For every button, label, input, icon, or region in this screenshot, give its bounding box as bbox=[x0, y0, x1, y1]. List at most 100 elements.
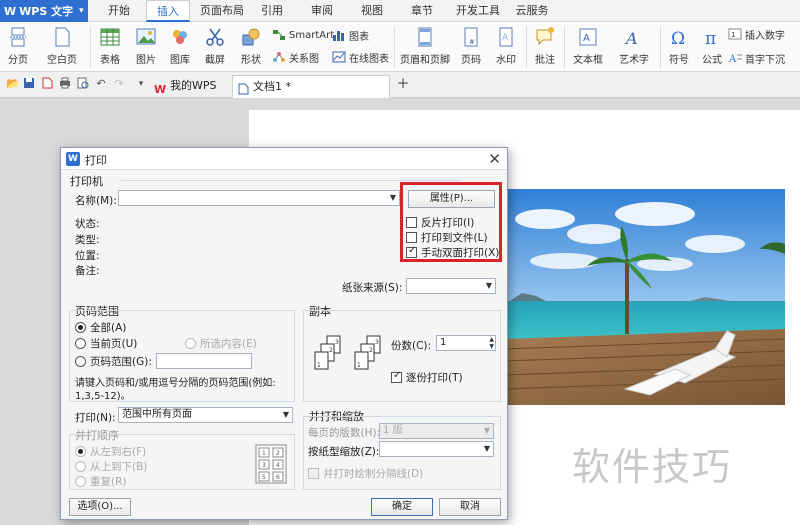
cancel-button[interactable]: 取消 bbox=[439, 498, 501, 516]
page-break-button[interactable]: 分页 bbox=[4, 22, 32, 66]
blank-page-button[interactable]: 空白页 bbox=[42, 22, 82, 66]
svg-text:A: A bbox=[728, 54, 737, 64]
wordart-button[interactable]: A 艺术字 bbox=[614, 22, 654, 66]
open-icon[interactable]: 📂 bbox=[6, 77, 20, 91]
range-selection-radio[interactable]: 所选内容(E) bbox=[185, 336, 257, 351]
draw-lines-label: 并打时绘制分隔线(D) bbox=[323, 468, 424, 480]
spinner-icon[interactable]: ▲ ▼ bbox=[489, 336, 494, 350]
draw-lines-checkbox[interactable]: 并打时绘制分隔线(D) bbox=[308, 466, 423, 481]
menu-references[interactable]: 引用 bbox=[256, 0, 288, 22]
online-chart-button[interactable]: 在线图表 bbox=[332, 49, 389, 65]
header-footer-button[interactable]: 页眉和页脚 bbox=[398, 22, 452, 66]
table-label: 表格 bbox=[100, 55, 120, 66]
chart-icon bbox=[332, 29, 346, 41]
group-divider bbox=[121, 180, 461, 181]
printer-name-select[interactable]: ▼ bbox=[118, 190, 400, 206]
ribbon-separator bbox=[564, 26, 565, 68]
svg-text:3: 3 bbox=[375, 339, 379, 346]
shape-label: 形状 bbox=[241, 55, 261, 66]
tab-my-wps[interactable]: W 我的WPS bbox=[150, 75, 230, 98]
svg-text:5: 5 bbox=[262, 474, 266, 481]
collate-checkbox[interactable]: 逐份打印(T) bbox=[391, 370, 463, 385]
menu-page-layout[interactable]: 页面布局 bbox=[196, 0, 248, 22]
watermark-button[interactable]: A 水印 bbox=[490, 22, 522, 66]
relation-chart-button[interactable]: 关系图 bbox=[272, 49, 319, 65]
paper-source-select[interactable]: ▼ bbox=[406, 278, 496, 294]
range-all-label: 全部(A) bbox=[90, 322, 127, 334]
checkbox-box bbox=[308, 468, 319, 479]
page-number-button[interactable]: # 页码 bbox=[456, 22, 486, 66]
relation-chart-icon bbox=[272, 51, 286, 63]
scissors-icon bbox=[204, 26, 226, 48]
page-number-label: 页码 bbox=[461, 55, 481, 66]
menu-insert[interactable]: 插入 bbox=[146, 0, 190, 22]
symbol-button[interactable]: Ω 符号 bbox=[664, 22, 694, 66]
gallery-button[interactable]: 图库 bbox=[164, 22, 196, 66]
smartart-button[interactable]: SmartArt bbox=[272, 27, 334, 43]
picture-button[interactable]: 图片 bbox=[130, 22, 162, 66]
range-pages-radio[interactable]: 页码范围(G): bbox=[75, 354, 152, 369]
screenshot-button[interactable]: 截屏 bbox=[198, 22, 232, 66]
watermark-text: 软件技巧 bbox=[572, 445, 733, 489]
comment-button[interactable]: 批注 bbox=[530, 22, 560, 66]
drop-cap-label: 首字下沉 bbox=[745, 54, 785, 66]
tab-document[interactable]: 文档1 * bbox=[232, 75, 390, 98]
insert-number-button[interactable]: 1 插入数字 bbox=[728, 26, 785, 42]
picture-icon bbox=[135, 26, 157, 48]
shape-button[interactable]: 形状 bbox=[234, 22, 268, 66]
wordart-label: 艺术字 bbox=[619, 55, 649, 66]
textbox-button[interactable]: A 文本框 bbox=[568, 22, 608, 66]
collate-pages-icon: 321 321 bbox=[313, 334, 383, 382]
export-pdf-icon[interactable] bbox=[40, 77, 54, 91]
page-range-input[interactable] bbox=[156, 353, 252, 369]
radio-dot bbox=[185, 338, 196, 349]
drop-cap-button[interactable]: A 首字下沉 bbox=[728, 50, 785, 66]
range-all-radio[interactable]: 全部(A) bbox=[75, 320, 126, 335]
save-icon[interactable] bbox=[22, 77, 36, 91]
svg-text:π: π bbox=[705, 29, 716, 48]
table-button[interactable]: 表格 bbox=[96, 22, 124, 66]
pages-per-sheet-select[interactable]: 1 版 ▼ bbox=[379, 423, 494, 439]
menu-section[interactable]: 章节 bbox=[406, 0, 438, 22]
app-menu-button[interactable]: W WPS 文字 ▾ bbox=[0, 0, 88, 22]
options-button[interactable]: 选项(O)... bbox=[69, 498, 131, 516]
formula-button[interactable]: π 公式 bbox=[698, 22, 726, 66]
menu-review[interactable]: 审阅 bbox=[306, 0, 338, 22]
chevron-down-icon[interactable]: ▾ bbox=[134, 77, 148, 91]
scale-select[interactable]: ▼ bbox=[379, 441, 494, 457]
menu-bar: W WPS 文字 ▾ 开始 插入 页面布局 引用 审阅 视图 章节 开发工具 云… bbox=[0, 0, 800, 22]
relation-chart-label: 关系图 bbox=[289, 53, 319, 65]
copies-label: 份数(C): bbox=[391, 340, 432, 352]
ok-button[interactable]: 确定 bbox=[371, 498, 433, 516]
print-pages-select[interactable]: 范围中所有页面 ▼ bbox=[118, 407, 293, 423]
menu-view[interactable]: 视图 bbox=[356, 0, 388, 22]
pages-per-sheet-label: 每页的版数(H): bbox=[308, 427, 381, 439]
svg-text:Ω: Ω bbox=[671, 29, 685, 48]
menu-cloud[interactable]: 云服务 bbox=[510, 0, 554, 22]
order-repeat-radio[interactable]: 重复(R) bbox=[75, 474, 127, 489]
svg-text:A: A bbox=[624, 29, 638, 48]
order-top-to-bottom-radio[interactable]: 从上到下(B) bbox=[75, 459, 147, 474]
order-left-to-right-radio[interactable]: 从左到右(F) bbox=[75, 444, 146, 459]
range-current-radio[interactable]: 当前页(U) bbox=[75, 336, 137, 351]
menu-start[interactable]: 开始 bbox=[100, 0, 138, 22]
range-selection-label: 所选内容(E) bbox=[200, 338, 257, 350]
insert-number-label: 插入数字 bbox=[745, 30, 785, 42]
svg-text:A: A bbox=[502, 33, 509, 43]
menu-developer[interactable]: 开发工具 bbox=[452, 0, 504, 22]
copies-input[interactable]: 1 ▲ ▼ bbox=[436, 335, 496, 351]
undo-icon[interactable]: ↶ bbox=[94, 77, 108, 91]
print-preview-icon[interactable] bbox=[76, 77, 90, 91]
ribbon-separator bbox=[394, 26, 395, 68]
blank-page-icon bbox=[51, 26, 73, 48]
chart-button[interactable]: 图表 bbox=[332, 27, 369, 43]
print-label: 打印(N): bbox=[75, 412, 116, 424]
close-icon[interactable]: ✕ bbox=[488, 150, 501, 168]
redo-icon[interactable]: ↷ bbox=[112, 77, 126, 91]
wps-logo-icon: W bbox=[154, 80, 166, 96]
add-tab-icon[interactable]: + bbox=[396, 76, 410, 91]
page-break-label: 分页 bbox=[8, 55, 28, 66]
radio-dot bbox=[75, 476, 86, 487]
print-icon[interactable] bbox=[58, 77, 72, 91]
highlight-annotation-box bbox=[400, 182, 502, 262]
